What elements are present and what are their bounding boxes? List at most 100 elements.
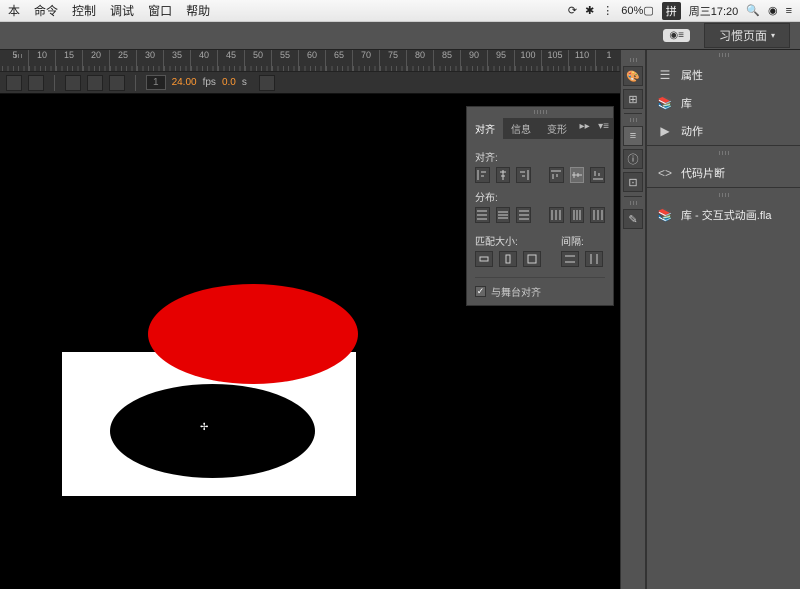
align-left-button[interactable] [475,167,490,183]
align-to-stage-label: 与舞台对齐 [491,284,541,299]
wifi-icon: ⋮ [602,4,613,17]
app-topbar: ◉≡ 习惯页面 ▾ [0,22,800,50]
battery-status: 60%▢ [621,4,653,17]
align-right-button[interactable] [516,167,531,183]
actions-panel-item[interactable]: ▶ 动作 [647,117,800,145]
library-file-icon: 📚 [657,208,673,222]
code-snippets-icon: <> [657,166,673,180]
code-snippets-panel-item[interactable]: <> 代码片断 [647,159,800,187]
ruler-tick: 15 [56,50,83,72]
sync-icon: ⟳ [568,4,577,17]
menu-control[interactable]: 控制 [72,2,96,19]
ruler-tick: 45 [218,50,245,72]
ruler-tick: 85 [434,50,461,72]
tab-transform[interactable]: 变形 [539,118,575,139]
distribute-bottom-button[interactable] [516,207,531,223]
panel-menu-icon[interactable]: ▾≡ [594,118,613,139]
ruler-tick: 20 [83,50,110,72]
library-file-panel-item[interactable]: 📚 库 - 交互式动画.fla [647,201,800,229]
menu-help[interactable]: 帮助 [186,2,210,19]
workspace-switcher[interactable]: 习惯页面 ▾ [704,23,790,48]
match-height-button[interactable] [499,251,517,267]
align-hcenter-button[interactable] [496,167,511,183]
notification-icon[interactable]: ≡ [786,5,792,17]
onion-outline-icon[interactable] [87,75,103,91]
menu-debug[interactable]: 调试 [110,2,134,19]
align-section-label: 对齐: [475,149,605,164]
ruler-tick: 80 [407,50,434,72]
transform-dock-icon[interactable]: ⊡ [623,172,643,192]
distribute-top-button[interactable] [475,207,490,223]
user-icon: ✱ [585,4,594,17]
align-bottom-button[interactable] [590,167,605,183]
align-to-stage-checkbox[interactable]: ✓ 与舞台对齐 [475,284,605,299]
ruler-tick: 65 [326,50,353,72]
edit-multiple-icon[interactable] [109,75,125,91]
ruler-tick: 1 [596,50,620,72]
menu-command[interactable]: 命令 [34,2,58,19]
distribute-vcenter-button[interactable] [496,207,511,223]
ruler-tick: 50 [245,50,272,72]
chevron-down-icon: ▾ [771,31,775,40]
ruler-tick: 35 [164,50,191,72]
menu-window[interactable]: 窗口 [148,2,172,19]
ruler-tick: 105 [542,50,569,72]
sync-settings-icon[interactable]: ◉≡ [663,29,690,42]
ruler-tick: 100 [515,50,542,72]
timeline-options-icon[interactable] [259,75,275,91]
brush-dock-icon[interactable]: ✎ [623,209,643,229]
fps-value[interactable]: 24.00 [172,77,197,88]
space-horiz-button[interactable] [585,251,603,267]
ruler-tick: 10 [29,50,56,72]
align-vcenter-button[interactable] [570,167,585,183]
ruler-tick: 40 [191,50,218,72]
ruler-tick: 25 [110,50,137,72]
space-vert-button[interactable] [561,251,579,267]
black-ellipse[interactable] [110,384,315,478]
spotlight-icon[interactable]: 🔍 [746,4,760,17]
tab-align[interactable]: 对齐 [467,118,503,139]
ruler-tick: 70 [353,50,380,72]
siri-icon[interactable]: ◉ [768,4,778,17]
workspace-label: 习惯页面 [719,27,767,44]
right-dock-column: 🎨 ⊞ ≡ ⓘ ⊡ ✎ [620,50,646,589]
current-frame-field[interactable]: 1 [146,75,166,90]
library-icon: 📚 [657,96,673,110]
spacing-label: 间隔: [561,233,603,248]
ruler-tick: 30 [137,50,164,72]
actions-icon: ▶ [657,124,673,138]
properties-icon: ☰ [657,68,673,82]
menu-text[interactable]: 本 [8,2,20,19]
timeline-ruler[interactable]: 5 10 15 20 25 30 35 40 45 50 55 60 65 70… [0,50,620,72]
center-frame-icon[interactable] [6,75,22,91]
align-top-button[interactable] [549,167,564,183]
distribute-left-button[interactable] [549,207,564,223]
panel-collapse-icon[interactable]: ▸▸ [576,118,594,139]
match-both-button[interactable] [523,251,541,267]
match-size-label: 匹配大小: [475,233,541,248]
library-panel-item[interactable]: 📚 库 [647,89,800,117]
swatches-icon[interactable]: 🎨 [623,66,643,86]
ruler-tick: 55 [272,50,299,72]
time-unit: s [242,77,247,88]
ime-indicator[interactable]: 拼 [662,2,681,20]
distribute-hcenter-button[interactable] [570,207,585,223]
red-ellipse[interactable] [148,284,358,384]
info-dock-icon[interactable]: ⓘ [623,149,643,169]
library-label: 库 [681,95,692,111]
distribute-right-button[interactable] [590,207,605,223]
properties-panel-item[interactable]: ☰ 属性 [647,61,800,89]
align-dock-icon[interactable]: ≡ [623,126,643,146]
mac-menubar: 本 命令 控制 调试 窗口 帮助 ⟳ ✱ ⋮ 60%▢ 拼 周三17:20 🔍 … [0,0,800,22]
tab-info[interactable]: 信息 [503,118,539,139]
match-width-button[interactable] [475,251,493,267]
onion-skin-icon[interactable] [65,75,81,91]
actions-label: 动作 [681,123,703,139]
grid-icon[interactable]: ⊞ [623,89,643,109]
distribute-section-label: 分布: [475,189,605,204]
elapsed-time: 0.0 [222,77,236,88]
fps-unit: fps [203,77,216,88]
loop-icon[interactable] [28,75,44,91]
align-panel: 对齐 信息 变形 ▸▸ ▾≡ 对齐: 分布: 匹配大小: [466,106,614,306]
properties-label: 属性 [681,67,703,83]
